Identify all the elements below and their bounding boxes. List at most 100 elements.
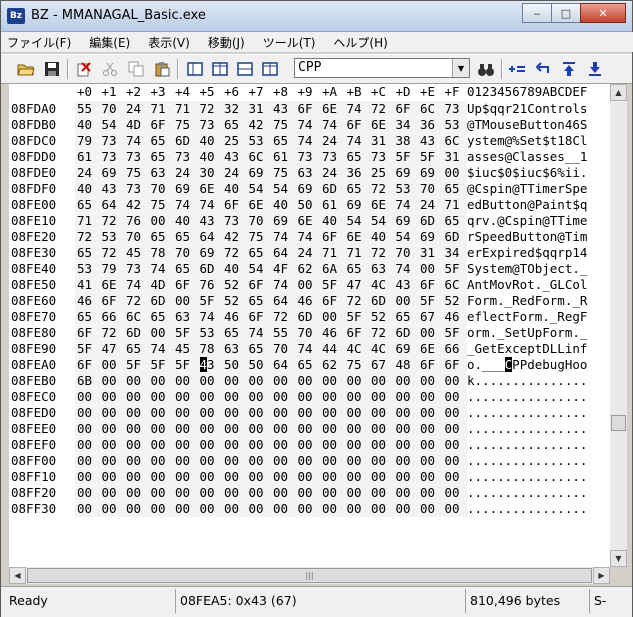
hex-byte[interactable]: 00	[347, 437, 362, 453]
copy-icon[interactable]	[125, 59, 147, 79]
maximize-button[interactable]: □	[551, 3, 581, 23]
ascii-text[interactable]: $iuc$0$iuc$6%ii.	[467, 165, 587, 181]
hex-byte[interactable]: 31	[371, 133, 386, 149]
hex-byte[interactable]: 70	[175, 245, 190, 261]
ascii-text[interactable]: ystem@%Set$t18Cl	[467, 133, 587, 149]
hex-byte[interactable]: 6D	[420, 213, 435, 229]
hex-byte[interactable]: 47	[347, 277, 362, 293]
hex-byte[interactable]: 00	[298, 421, 313, 437]
hex-byte[interactable]: 6F	[322, 293, 337, 309]
horizontal-scrollbar[interactable]: ◀ ||| ▶	[9, 567, 610, 584]
hex-byte[interactable]: 00	[298, 277, 313, 293]
hex-byte[interactable]: 74	[298, 341, 313, 357]
hex-byte[interactable]: 73	[102, 133, 117, 149]
hex-byte[interactable]: 00	[347, 421, 362, 437]
hex-byte[interactable]: 65	[151, 133, 166, 149]
hex-byte[interactable]: 40	[371, 229, 386, 245]
hex-byte[interactable]: 73	[200, 117, 215, 133]
hex-byte[interactable]: 00	[175, 389, 190, 405]
vertical-scrollbar[interactable]: ▲ ▼	[610, 84, 627, 567]
hex-byte[interactable]: 43	[396, 277, 411, 293]
hex-byte[interactable]: 00	[298, 437, 313, 453]
hex-byte[interactable]: 00	[224, 437, 239, 453]
hex-byte[interactable]: 69	[175, 181, 190, 197]
hex-byte[interactable]: 00	[347, 485, 362, 501]
hex-byte[interactable]: 75	[151, 197, 166, 213]
hex-byte[interactable]: 00	[420, 261, 435, 277]
hex-byte[interactable]: 53	[396, 181, 411, 197]
hex-byte[interactable]: 5F	[126, 357, 141, 373]
hex-row[interactable]: 08FED0 00 00 00 00 00 00 00 00 00 00 00 00 00 00 00 00..…	[9, 405, 610, 421]
hex-byte[interactable]: 6D	[175, 133, 190, 149]
hex-byte[interactable]: 00	[200, 501, 215, 517]
hex-byte[interactable]: 76	[126, 213, 141, 229]
hex-byte[interactable]: 63	[371, 261, 386, 277]
hex-byte[interactable]: 00	[298, 469, 313, 485]
hex-byte[interactable]: 00	[151, 453, 166, 469]
hex-byte[interactable]: 54	[347, 213, 362, 229]
ascii-text[interactable]: @TMouseButton46S	[467, 117, 587, 133]
hex-byte[interactable]: 6D	[322, 181, 337, 197]
undo-jump-icon[interactable]	[532, 59, 554, 79]
hex-byte[interactable]: 5F	[77, 341, 92, 357]
hex-byte[interactable]: 65	[151, 309, 166, 325]
hex-byte[interactable]: 6F	[347, 325, 362, 341]
hex-byte[interactable]: 52	[224, 277, 239, 293]
ascii-text[interactable]: ................	[467, 421, 587, 437]
hex-byte[interactable]: 00	[175, 373, 190, 389]
hex-byte[interactable]: 00	[200, 373, 215, 389]
hex-byte[interactable]: 00	[175, 405, 190, 421]
hex-byte[interactable]: 00	[151, 405, 166, 421]
hex-byte[interactable]: 66	[445, 341, 460, 357]
chevron-down-icon[interactable]: ▼	[452, 59, 469, 77]
hex-byte[interactable]: 71	[77, 213, 92, 229]
hex-byte[interactable]: 00	[77, 485, 92, 501]
hex-byte[interactable]: 00	[420, 389, 435, 405]
hex-byte[interactable]: 6F	[102, 293, 117, 309]
hex-byte[interactable]: 4D	[151, 277, 166, 293]
hex-byte[interactable]: 31	[445, 149, 460, 165]
hex-row[interactable]: 08FE90 5F 47 65 74 45 78 63 65 70 74 44 4C 4C 69 6E 66 _G…	[9, 341, 610, 357]
open-folder-icon[interactable]	[15, 59, 37, 79]
hex-byte[interactable]: 5F	[322, 277, 337, 293]
hex-row[interactable]: 08FDC0 79 73 74 65 6D 40 25 53 65 74 24 74 31 38 43 6C ys…	[9, 133, 610, 149]
hex-byte[interactable]: 00	[371, 373, 386, 389]
hex-byte[interactable]: 00	[151, 421, 166, 437]
paste-icon[interactable]	[151, 59, 173, 79]
hex-byte[interactable]: 00	[77, 421, 92, 437]
hex-byte[interactable]: 00	[224, 453, 239, 469]
hex-byte[interactable]: 00	[396, 453, 411, 469]
hex-byte[interactable]: 00	[322, 309, 337, 325]
hex-byte[interactable]: 79	[77, 133, 92, 149]
hex-byte[interactable]: 6E	[102, 277, 117, 293]
hex-byte[interactable]: 69	[200, 245, 215, 261]
hex-byte[interactable]: 63	[224, 341, 239, 357]
hex-byte[interactable]: 6E	[420, 341, 435, 357]
hex-byte[interactable]: 72	[102, 325, 117, 341]
hex-byte[interactable]: 6A	[322, 261, 337, 277]
hex-byte[interactable]: 32	[224, 101, 239, 117]
hex-byte[interactable]: 00	[322, 469, 337, 485]
ascii-text[interactable]: erExpired$qqrp14	[467, 245, 587, 261]
hex-row[interactable]: 08FE50 41 6E 74 4D 6F 76 52 6F 74 00 5F 47 4C 43 6F 6C An…	[9, 277, 610, 293]
ascii-text[interactable]: AntMovRot._GLCol	[467, 277, 587, 293]
hex-byte[interactable]: 00	[77, 437, 92, 453]
hex-byte[interactable]: 24	[298, 245, 313, 261]
hex-byte[interactable]: 00	[396, 485, 411, 501]
hex-byte[interactable]: 52	[371, 309, 386, 325]
hex-byte[interactable]: 54	[371, 213, 386, 229]
hex-byte[interactable]: 40	[322, 213, 337, 229]
hex-byte[interactable]: 74	[298, 117, 313, 133]
hex-byte[interactable]: 46	[322, 325, 337, 341]
hex-byte[interactable]: 74	[126, 277, 141, 293]
hex-byte[interactable]: 64	[273, 245, 288, 261]
hex-byte[interactable]: 71	[175, 101, 190, 117]
hex-byte[interactable]: 53	[77, 261, 92, 277]
hex-byte[interactable]: 34	[396, 117, 411, 133]
hex-byte[interactable]: 00	[445, 373, 460, 389]
hex-byte[interactable]: 00	[420, 485, 435, 501]
hex-byte[interactable]: 74	[347, 101, 362, 117]
hex-byte[interactable]: 00	[224, 421, 239, 437]
hex-byte[interactable]: 00	[298, 389, 313, 405]
hex-byte[interactable]: 70	[249, 213, 264, 229]
